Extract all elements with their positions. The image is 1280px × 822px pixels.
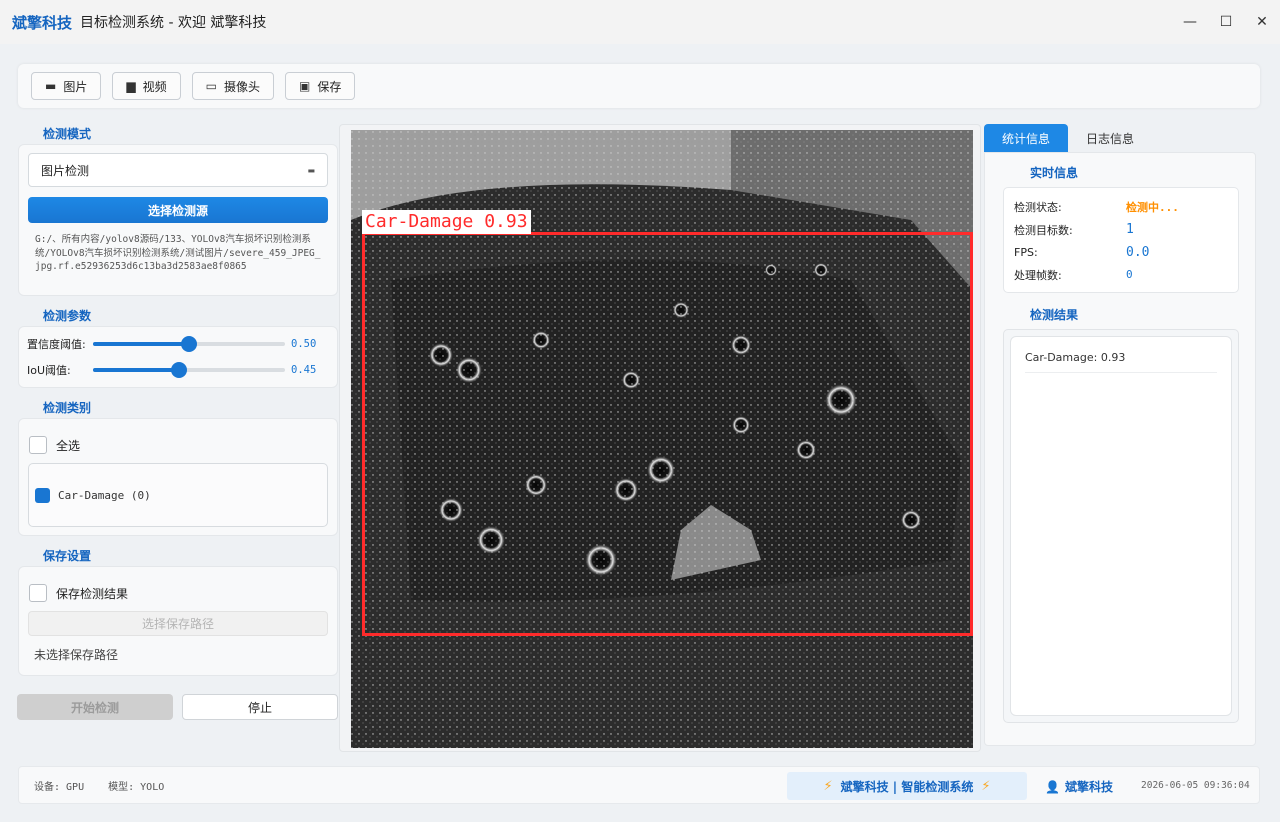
camera-button-label: 摄像头 — [223, 79, 260, 94]
camera-icon: ▭ — [205, 79, 217, 93]
iou-slider-fill — [93, 368, 180, 372]
save-results-row[interactable]: 保存检测结果 — [19, 581, 337, 605]
confidence-row: 置信度阈值: 0.50 — [19, 331, 337, 357]
right-tabs: 统计信息 日志信息 — [984, 124, 1260, 152]
classes-section-title: 检测类别 — [43, 401, 92, 415]
toolbar: ▬ 图片 ▆ 视频 ▭ 摄像头 ▣ 保存 — [18, 64, 1260, 108]
image-button-label: 图片 — [63, 79, 88, 94]
banner-text: 斌擎科技 | 智能检测系统 — [840, 779, 974, 794]
save-button-label: 保存 — [317, 79, 342, 94]
window-title: 目标检测系统 - 欢迎 斌擎科技 — [80, 15, 267, 31]
video-icon: ▆ — [126, 79, 136, 93]
select-all-row[interactable]: 全选 — [19, 433, 337, 457]
info-row-status: 检测状态: 检测中... — [1014, 196, 1238, 219]
close-button[interactable]: ✕ — [1244, 0, 1280, 44]
maximize-button[interactable]: ☐ — [1208, 0, 1244, 44]
user-info: 👤 斌擎科技 — [1045, 778, 1113, 795]
result-item[interactable]: Car-Damage: 0.93 — [1025, 351, 1217, 373]
status-key: 检测状态: — [1014, 201, 1062, 215]
user-icon: 👤 — [1045, 779, 1060, 794]
start-button[interactable]: 开始检测 — [17, 694, 173, 720]
video-button[interactable]: ▆ 视频 — [112, 72, 181, 100]
window-controls: — ☐ ✕ — [1172, 0, 1280, 44]
choose-path-button[interactable]: 选择保存路径 — [28, 611, 328, 636]
device-info: 设备: GPU — [34, 781, 85, 793]
system-banner: ⚡ 斌擎科技 | 智能检测系统 ⚡ — [787, 772, 1027, 800]
confidence-value: 0.50 — [291, 338, 317, 350]
model-info: 模型: YOLO — [108, 781, 165, 793]
status-bar: 设备: GPU 模型: YOLO ⚡ 斌擎科技 | 智能检测系统 ⚡ 👤 斌擎科… — [18, 766, 1260, 804]
results-card: Car-Damage: 0.93 — [1003, 329, 1239, 723]
frames-key: 处理帧数: — [1014, 268, 1062, 282]
user-name: 斌擎科技 — [1064, 780, 1113, 794]
select-all-checkbox[interactable] — [29, 436, 47, 454]
realtime-title: 实时信息 — [1030, 166, 1079, 180]
iou-row: IoU阈值: 0.45 — [19, 357, 337, 383]
params-section-title: 检测参数 — [43, 309, 92, 323]
datetime: 2026-06-05 09:36:04 — [1141, 780, 1250, 791]
camera-button[interactable]: ▭ 摄像头 — [191, 72, 274, 100]
save-path-text: 未选择保存路径 — [34, 648, 119, 662]
realtime-info-card: 检测状态: 检测中... 检测目标数: 1 FPS: 0.0 处理帧数: 0 — [1003, 187, 1239, 293]
class-list: Car-Damage (0) — [28, 463, 328, 527]
right-panel: 统计信息 日志信息 实时信息 检测状态: 检测中... 检测目标数: 1 FPS… — [984, 124, 1260, 746]
tab-logs[interactable]: 日志信息 — [1068, 124, 1152, 152]
count-value: 1 — [1126, 222, 1134, 238]
save-section-title: 保存设置 — [43, 549, 92, 563]
image-button[interactable]: ▬ 图片 — [31, 72, 102, 100]
detection-box — [362, 232, 973, 636]
info-row-count: 检测目标数: 1 — [1014, 219, 1238, 242]
results-title: 检测结果 — [1030, 308, 1079, 322]
save-card: 保存检测结果 选择保存路径 未选择保存路径 — [18, 566, 338, 676]
iou-value: 0.45 — [291, 364, 317, 376]
params-card: 置信度阈值: 0.50 IoU阈值: 0.45 — [18, 326, 338, 388]
iou-slider-thumb[interactable] — [171, 362, 188, 378]
results-list: Car-Damage: 0.93 — [1010, 336, 1232, 716]
title-bar: 斌擎科技 目标检测系统 - 欢迎 斌擎科技 — ☐ ✕ — [0, 0, 1280, 44]
frames-value: 0 — [1126, 268, 1133, 282]
select-all-label: 全选 — [56, 438, 81, 453]
statistics-panel: 实时信息 检测状态: 检测中... 检测目标数: 1 FPS: 0.0 处理帧数… — [984, 152, 1256, 746]
app-brand: 斌擎科技 — [12, 13, 73, 32]
detection-label: Car-Damage 0.93 — [362, 210, 531, 234]
detection-image: Car-Damage 0.93 — [351, 130, 973, 748]
action-buttons: 开始检测 停止 — [17, 694, 338, 720]
mode-card: 图片检测 ▬ 选择检测源 G:/、所有内容/yolov8源码/133、YOLOv… — [18, 144, 338, 296]
lightning-icon: ⚡ — [823, 778, 833, 794]
class-item-label: Car-Damage (0) — [58, 488, 151, 502]
image-viewport: Car-Damage 0.93 — [339, 124, 981, 752]
info-row-fps: FPS: 0.0 — [1014, 241, 1238, 264]
tab-statistics[interactable]: 统计信息 — [984, 124, 1069, 152]
save-results-label: 保存检测结果 — [56, 586, 129, 601]
iou-slider[interactable] — [93, 362, 285, 378]
mode-select-value: 图片检测 — [41, 163, 90, 178]
save-icon: ▣ — [298, 79, 311, 93]
source-path: G:/、所有内容/yolov8源码/133、YOLOv8汽车损坏识别检测系统/Y… — [35, 234, 321, 272]
mode-select[interactable]: 图片检测 ▬ — [28, 153, 328, 187]
fps-value: 0.0 — [1126, 244, 1150, 260]
confidence-slider-thumb[interactable] — [181, 336, 197, 352]
classes-card: 全选 Car-Damage (0) — [18, 418, 338, 536]
left-panel: 检测模式 图片检测 ▬ 选择检测源 G:/、所有内容/yolov8源码/133、… — [18, 124, 338, 676]
confidence-label: 置信度阈值: — [27, 338, 86, 351]
stop-button[interactable]: 停止 — [182, 694, 338, 720]
save-results-checkbox[interactable] — [29, 584, 47, 602]
class-checkbox[interactable] — [35, 487, 50, 503]
fps-key: FPS: — [1014, 245, 1038, 259]
status-value: 检测中... — [1126, 201, 1179, 215]
count-key: 检测目标数: — [1014, 223, 1073, 237]
save-button[interactable]: ▣ 保存 — [284, 72, 356, 100]
image-icon: ▬ — [45, 79, 57, 93]
minimize-button[interactable]: — — [1172, 0, 1208, 44]
info-row-frames: 处理帧数: 0 — [1014, 264, 1238, 287]
lightning-icon: ⚡ — [981, 778, 991, 794]
iou-label: IoU阈值: — [27, 364, 71, 377]
select-source-button[interactable]: 选择检测源 — [28, 197, 328, 223]
dropdown-icon: ▬ — [307, 166, 315, 175]
confidence-slider[interactable] — [93, 336, 285, 352]
video-button-label: 视频 — [142, 79, 167, 94]
mode-section-title: 检测模式 — [43, 127, 92, 141]
confidence-slider-fill — [93, 342, 189, 346]
